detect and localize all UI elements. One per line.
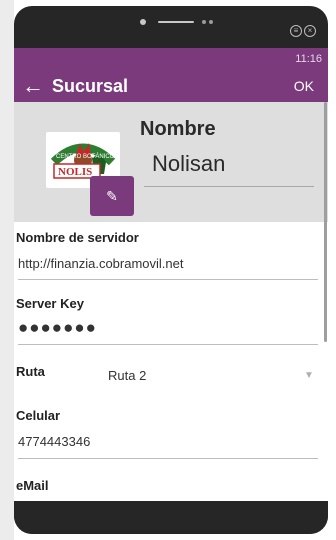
edit-logo-button[interactable]: ✎ bbox=[90, 176, 134, 216]
back-arrow-icon[interactable]: ← bbox=[22, 72, 44, 100]
divider bbox=[18, 458, 318, 459]
ok-button[interactable]: OK bbox=[294, 70, 314, 102]
server-name-label: Nombre de servidor bbox=[16, 230, 139, 245]
logo-top-text: CENTRO BOTÁNICO bbox=[56, 153, 115, 160]
device-top-bezel: ≡ × bbox=[14, 6, 328, 48]
device-bottom-bezel bbox=[14, 501, 328, 534]
route-select[interactable]: Ruta 2 bbox=[108, 368, 146, 383]
close-icon: × bbox=[307, 26, 313, 35]
desktop-background-left bbox=[0, 0, 14, 540]
app-screen: 11:16 ← Sucursal OK CENTRO BOTÁNICO NOLI… bbox=[14, 48, 328, 501]
divider bbox=[18, 279, 318, 280]
scrollbar[interactable] bbox=[324, 102, 327, 342]
phone-device-frame: ≡ × 11:16 ← Sucursal OK CENTRO BOTÁNICO … bbox=[14, 6, 328, 534]
divider bbox=[18, 344, 318, 345]
email-label: eMail bbox=[16, 478, 49, 493]
page-title: Sucursal bbox=[52, 76, 129, 96]
speaker-icon bbox=[158, 21, 194, 23]
server-key-input[interactable]: ●●●●●●● bbox=[18, 318, 97, 338]
device-close-button[interactable]: × bbox=[304, 25, 316, 37]
branch-form: Nombre de servidor http://finanzia.cobra… bbox=[14, 222, 328, 501]
phone-label: Celular bbox=[16, 408, 61, 423]
status-time: 11:16 bbox=[295, 53, 322, 65]
device-menu-button[interactable]: ≡ bbox=[290, 25, 302, 37]
chevron-down-icon[interactable]: ▼ bbox=[304, 370, 314, 381]
sensor-dot-icon bbox=[202, 20, 206, 24]
server-key-label: Server Key bbox=[16, 296, 84, 311]
logo-brand-text: NOLIS bbox=[58, 166, 92, 178]
desktop-background-right bbox=[328, 0, 336, 540]
name-label: Nombre bbox=[140, 118, 216, 140]
route-label: Ruta bbox=[16, 364, 45, 379]
app-bar: ← Sucursal OK bbox=[14, 70, 328, 102]
sensor-dot-icon bbox=[209, 20, 213, 24]
menu-icon: ≡ bbox=[293, 26, 299, 35]
status-bar: 11:16 bbox=[14, 48, 328, 70]
server-name-input[interactable]: http://finanzia.cobramovil.net bbox=[18, 256, 183, 271]
branch-header: CENTRO BOTÁNICO NOLIS ✎ Nombre Nolisan bbox=[14, 102, 328, 222]
camera-icon bbox=[140, 19, 146, 25]
name-input-underline bbox=[144, 186, 314, 187]
phone-input[interactable]: 4774443346 bbox=[18, 434, 90, 449]
name-input[interactable]: Nolisan bbox=[152, 151, 225, 177]
pencil-icon: ✎ bbox=[106, 188, 118, 204]
